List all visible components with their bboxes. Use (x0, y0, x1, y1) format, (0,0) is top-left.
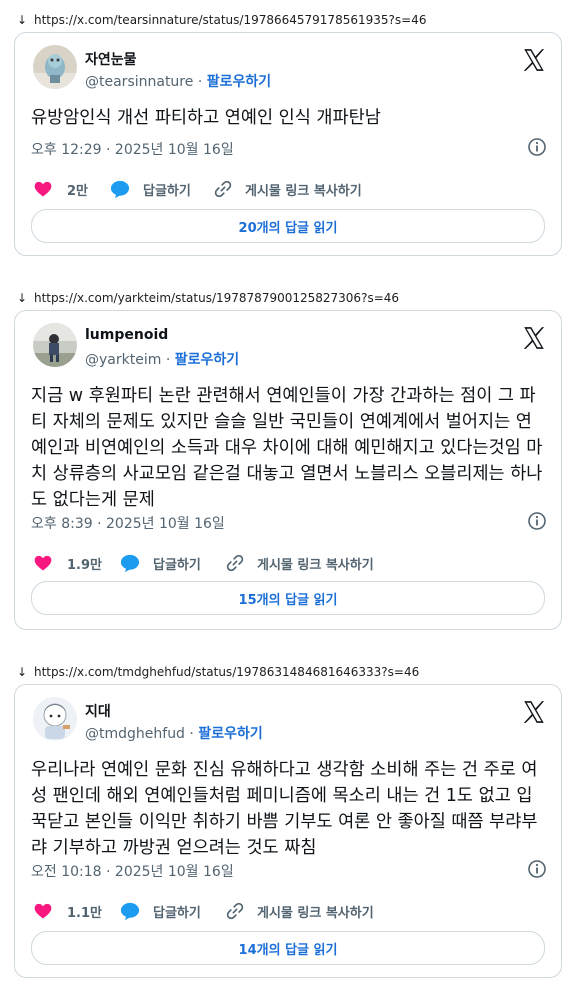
tweet-url-line[interactable]: ↓ https://x.com/tmdghehfud/status/1978631… (0, 662, 419, 682)
down-arrow-icon: ↓ (16, 13, 28, 27)
follow-button[interactable]: 팔로우하기 (198, 726, 262, 742)
reply-button[interactable]: 답글하기 (119, 899, 201, 923)
read-replies-button[interactable]: 20개의 답글 읽기 (31, 209, 545, 243)
reply-label: 답글하기 (143, 183, 191, 199)
link-icon (226, 554, 244, 572)
copy-link-label: 게시물 링크 복사하기 (245, 183, 362, 199)
user-handle[interactable]: @yarkteim (85, 352, 161, 368)
handle-line: @tmdghehfud · 팔로우하기 (85, 723, 263, 743)
tweet-timestamp[interactable]: 오후 12:29 · 2025년 10월 16일 (31, 139, 234, 159)
tweet-timestamp[interactable]: 오후 8:39 · 2025년 10월 16일 (31, 513, 225, 533)
tweet-url[interactable]: https://x.com/tmdghehfud/status/19786314… (34, 665, 419, 679)
display-name[interactable]: 자연눈물 (85, 49, 137, 69)
read-replies-button[interactable]: 14개의 답글 읽기 (31, 931, 545, 965)
tweet-url[interactable]: https://x.com/yarkteim/status/1978787900… (34, 291, 399, 305)
like-button[interactable]: 1.9만 (33, 551, 102, 575)
link-icon (226, 902, 244, 920)
link-icon (214, 180, 232, 198)
tweet-actions: 1.9만 답글하기 게시물 링크 복사하기 (33, 551, 545, 575)
like-button[interactable]: 1.1만 (33, 899, 102, 923)
follow-button[interactable]: 팔로우하기 (207, 74, 271, 90)
copy-link-button[interactable]: 게시물 링크 복사하기 (213, 177, 362, 201)
reply-bubble-icon (110, 180, 130, 199)
separator-dot: · (165, 352, 175, 368)
handle-line: @yarkteim · 팔로우하기 (85, 349, 239, 369)
tweet-card: 자연눈물 @tearsinnature · 팔로우하기 유방암인식 개선 파티하… (14, 32, 562, 256)
x-logo-icon[interactable] (521, 699, 547, 725)
like-count: 2만 (67, 183, 89, 199)
tweet-actions: 2만 답글하기 게시물 링크 복사하기 (33, 177, 545, 201)
display-name[interactable]: lumpenoid (85, 327, 168, 343)
user-handle[interactable]: @tmdghehfud (85, 726, 185, 742)
reply-button[interactable]: 답글하기 (119, 551, 201, 575)
tweet-text: 지금 w 후원파티 논란 관련해서 연예인들이 가장 간과하는 점이 그 파티 … (31, 386, 543, 510)
tweet-text: 유방암인식 개선 파티하고 연예인 인식 개파탄남 (31, 108, 381, 128)
user-handle[interactable]: @tearsinnature (85, 74, 193, 90)
info-icon[interactable] (527, 859, 547, 879)
copy-link-button[interactable]: 게시물 링크 복사하기 (225, 899, 374, 923)
handle-line: @tearsinnature · 팔로우하기 (85, 71, 271, 91)
copy-link-label: 게시물 링크 복사하기 (257, 905, 374, 921)
avatar[interactable] (33, 697, 77, 741)
reply-bubble-icon (120, 902, 140, 921)
like-count: 1.1만 (67, 905, 102, 921)
tweet-card: 지대 @tmdghehfud · 팔로우하기 우리나라 연예인 문화 진심 유해… (14, 684, 562, 978)
avatar[interactable] (33, 45, 77, 89)
heart-icon (34, 181, 52, 197)
separator-dot: · (189, 726, 199, 742)
down-arrow-icon: ↓ (16, 665, 28, 679)
info-icon[interactable] (527, 511, 547, 531)
x-logo-icon[interactable] (521, 47, 547, 73)
copy-link-label: 게시물 링크 복사하기 (257, 557, 374, 573)
tweet-text: 우리나라 연예인 문화 진심 유해하다고 생각함 소비해 주는 건 주로 여성 … (31, 760, 538, 858)
follow-button[interactable]: 팔로우하기 (175, 352, 239, 368)
like-count: 1.9만 (67, 557, 102, 573)
tweet-url[interactable]: https://x.com/tearsinnature/status/19786… (34, 13, 426, 27)
info-icon[interactable] (527, 137, 547, 157)
display-name[interactable]: 지대 (85, 701, 111, 721)
copy-link-button[interactable]: 게시물 링크 복사하기 (225, 551, 374, 575)
tweet-url-line[interactable]: ↓ https://x.com/tearsinnature/status/1978… (0, 10, 427, 30)
like-button[interactable]: 2만 (33, 177, 88, 201)
down-arrow-icon: ↓ (16, 291, 28, 305)
heart-icon (34, 555, 52, 571)
reply-bubble-icon (120, 554, 140, 573)
reply-button[interactable]: 답글하기 (109, 177, 191, 201)
tweet-url-line[interactable]: ↓ https://x.com/yarkteim/status/197878790… (0, 288, 399, 308)
reply-label: 답글하기 (153, 905, 201, 921)
reply-label: 답글하기 (153, 557, 201, 573)
tweet-card: lumpenoid @yarkteim · 팔로우하기 지금 w 후원파티 논란… (14, 310, 562, 630)
avatar[interactable] (33, 323, 77, 367)
tweet-actions: 1.1만 답글하기 게시물 링크 복사하기 (33, 899, 545, 923)
separator-dot: · (197, 74, 207, 90)
read-replies-button[interactable]: 15개의 답글 읽기 (31, 581, 545, 615)
x-logo-icon[interactable] (521, 325, 547, 351)
heart-icon (34, 903, 52, 919)
tweet-timestamp[interactable]: 오전 10:18 · 2025년 10월 16일 (31, 861, 234, 881)
